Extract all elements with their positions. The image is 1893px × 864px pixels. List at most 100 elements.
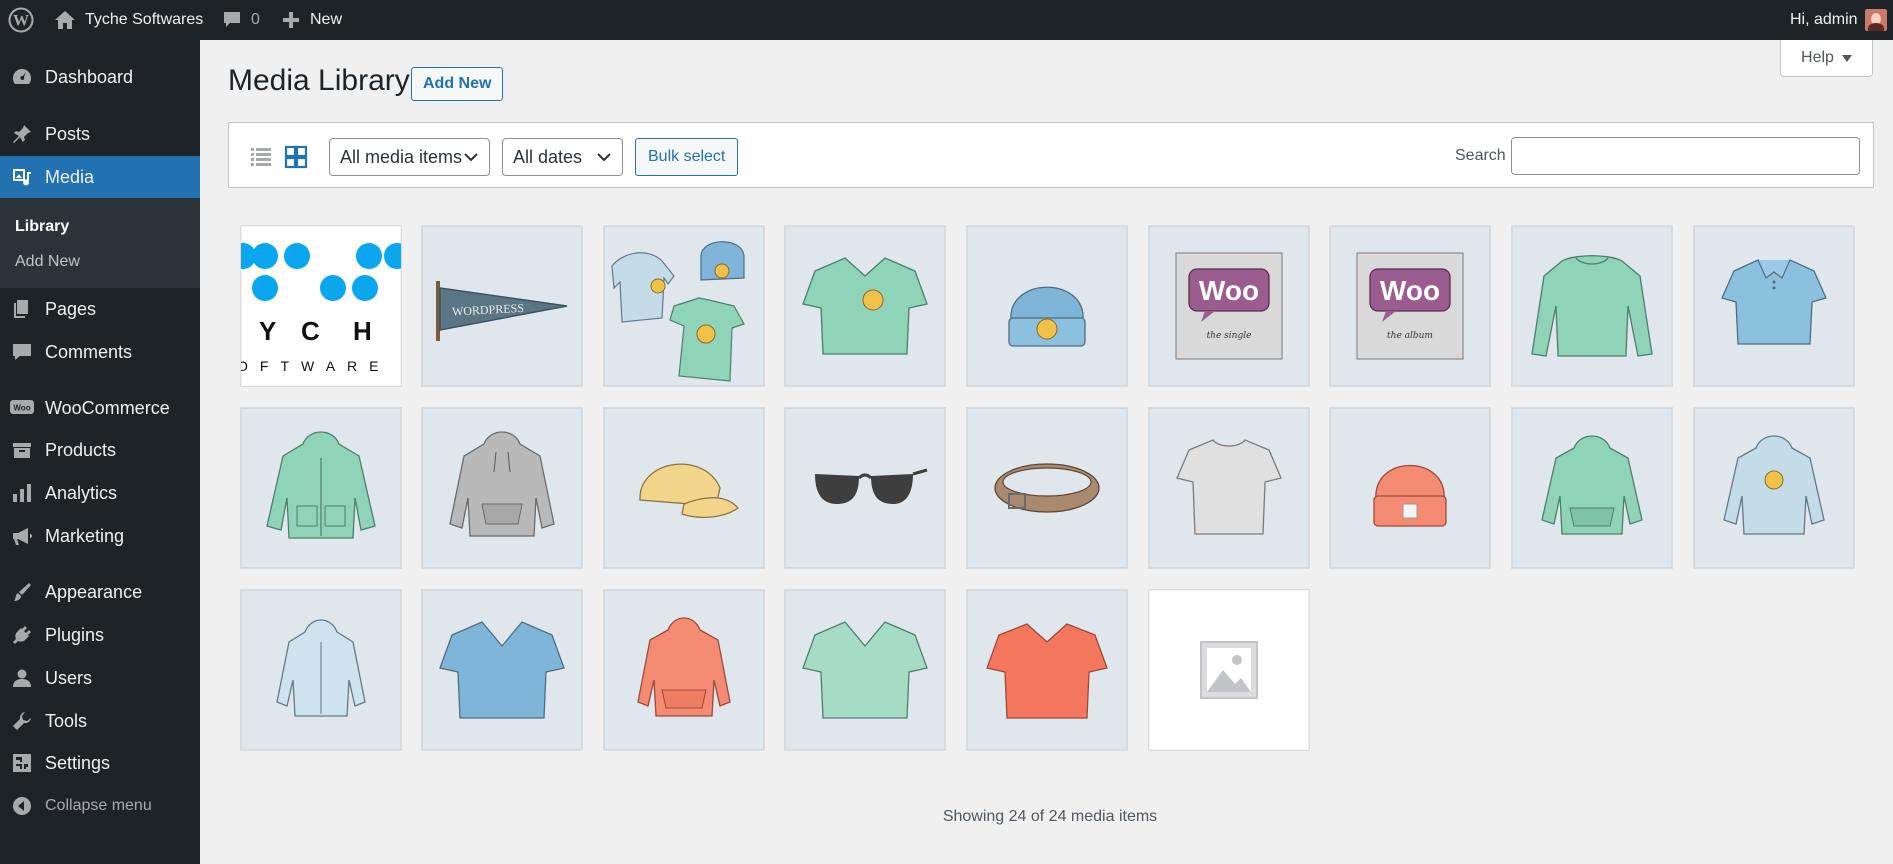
sidebar-item-label: Comments	[45, 341, 133, 362]
media-item-vneck-tee-blue[interactable]	[421, 589, 583, 751]
beanie-with-logo-thumbnail	[1008, 286, 1086, 347]
site-name: Tyche Softwares	[85, 11, 204, 28]
sidebar-item-label: Appearance	[45, 581, 143, 602]
sidebar-item-pages[interactable]: Pages	[0, 289, 200, 329]
svg-text:W: W	[13, 13, 29, 30]
search-input[interactable]	[1511, 137, 1860, 175]
pages-icon	[10, 297, 34, 321]
new-content-link[interactable]: New	[282, 0, 342, 40]
submenu-item-add-new[interactable]: Add New	[15, 253, 80, 271]
sidebar-item-posts[interactable]: Posts	[0, 114, 200, 154]
admin-sidebar: Dashboard Posts Media Library Add New Pa…	[0, 40, 200, 864]
avatar	[1864, 9, 1887, 31]
search-label: Search	[1455, 147, 1506, 164]
svg-text:Woo: Woo	[1199, 275, 1259, 306]
submenu-item-library[interactable]: Library	[15, 218, 69, 236]
new-label: New	[310, 11, 343, 28]
sidebar-item-appearance[interactable]: Appearance	[0, 572, 200, 612]
media-type-filter[interactable]: All media items	[329, 138, 490, 176]
grid-view-icon[interactable]	[284, 145, 308, 169]
help-tab-button[interactable]: Help	[1780, 40, 1873, 77]
sidebar-item-label: Tools	[45, 710, 88, 731]
sidebar-item-comments[interactable]: Comments	[0, 332, 200, 372]
media-item-vneck-tee[interactable]	[784, 225, 946, 387]
my-account[interactable]: Hi, admin	[1790, 0, 1887, 40]
home-icon	[55, 11, 75, 29]
tshirt-thumbnail	[1176, 439, 1282, 535]
sidebar-item-tools[interactable]: Tools	[0, 701, 200, 741]
add-new-button[interactable]: Add New	[411, 67, 504, 101]
list-view-icon[interactable]	[249, 145, 273, 169]
media-item-hoodie-with-zipper[interactable]	[1511, 407, 1673, 569]
media-item-polo[interactable]	[1693, 225, 1855, 387]
settings-icon	[10, 751, 34, 775]
pennant-thumbnail: WORDPRESS	[436, 281, 568, 341]
tshirt-red-thumbnail	[986, 623, 1108, 719]
sidebar-item-products[interactable]: Products	[0, 430, 200, 470]
hoodie-with-zipper-thumbnail	[1541, 435, 1643, 535]
sidebar-item-label: Settings	[45, 752, 111, 773]
wordpress-logo-icon[interactable]: W	[8, 0, 34, 40]
media-count-status: Showing 24 of 24 media items	[942, 808, 1158, 825]
date-filter[interactable]: All dates	[502, 138, 623, 176]
admin-bar: W Tyche Softwares 0 New Hi, admin	[0, 0, 1893, 40]
media-item-pennant[interactable]: WORDPRESS	[421, 225, 583, 387]
woo-single-thumbnail: Woo the single	[1175, 252, 1283, 360]
svg-text:the album: the album	[1387, 331, 1433, 341]
media-item-tshirt-red[interactable]	[966, 589, 1128, 751]
media-item-cap[interactable]	[603, 407, 765, 569]
media-item-tshirt[interactable]	[1148, 407, 1310, 569]
brush-icon	[10, 580, 34, 604]
media-item-long-sleeve-tee[interactable]	[1511, 225, 1673, 387]
media-item-hoodie-with-logo[interactable]	[1693, 407, 1855, 569]
comments-count: 0	[251, 11, 260, 28]
vneck-tee-thumbnail	[802, 257, 928, 355]
media-item-placeholder[interactable]	[1148, 589, 1310, 751]
sidebar-item-plugins[interactable]: Plugins	[0, 615, 200, 655]
svg-text:C: C	[301, 316, 320, 346]
media-item-sunglasses[interactable]	[784, 407, 946, 569]
plus-icon	[283, 12, 299, 28]
woo-album-thumbnail: Woo the album	[1356, 252, 1464, 360]
media-item-beanie-with-logo[interactable]	[966, 225, 1128, 387]
media-toolbar: All media items All dates Bulk select Se…	[228, 122, 1874, 188]
site-name-link[interactable]: Tyche Softwares	[54, 0, 203, 40]
wrench-icon	[10, 709, 34, 733]
media-item-hoodie-gray[interactable]	[421, 407, 583, 569]
media-type-filter-value: All media items	[340, 146, 463, 167]
media-item-album[interactable]: Woo the album	[1329, 225, 1491, 387]
sidebar-item-analytics[interactable]: Analytics	[0, 473, 200, 513]
pin-icon	[10, 122, 34, 146]
media-item-tyche-softwares-logo[interactable]: YC H OFTWARE	[240, 225, 402, 387]
sidebar-item-users[interactable]: Users	[0, 658, 200, 698]
svg-text:H: H	[353, 316, 372, 346]
greeting: Hi, admin	[1790, 11, 1858, 28]
comments-link[interactable]: 0	[222, 0, 260, 40]
svg-text:the single: the single	[1207, 331, 1252, 341]
sidebar-item-marketing[interactable]: Marketing	[0, 516, 200, 556]
hoodie-green-thumbnail	[266, 431, 376, 539]
media-item-single[interactable]: Woo the single	[1148, 225, 1310, 387]
comment-icon	[224, 12, 240, 27]
sidebar-item-label: Posts	[45, 123, 91, 144]
media-icon	[10, 165, 34, 189]
hoodie-gray-thumbnail	[449, 431, 555, 537]
media-item-hoodie-red[interactable]	[603, 589, 765, 751]
sidebar-item-media[interactable]: Media	[0, 156, 200, 198]
media-item-hoodie-green[interactable]	[240, 407, 402, 569]
media-item-beanie[interactable]	[1329, 407, 1491, 569]
comment-icon	[10, 340, 34, 364]
image-placeholder-icon	[1200, 641, 1258, 699]
sidebar-item-settings[interactable]: Settings	[0, 743, 200, 783]
help-label: Help	[1801, 49, 1834, 66]
media-submenu: Library Add New	[0, 198, 200, 288]
sidebar-item-woocommerce[interactable]: Woo WooCommerce	[0, 388, 200, 428]
sidebar-item-dashboard[interactable]: Dashboard	[0, 57, 200, 97]
media-item-hoodie-blue[interactable]	[240, 589, 402, 751]
media-item-logo-collection[interactable]	[603, 225, 765, 387]
sidebar-item-label: Media	[45, 166, 95, 187]
bulk-select-button[interactable]: Bulk select	[635, 138, 739, 176]
media-item-vneck-tee-green[interactable]	[784, 589, 946, 751]
media-item-belt[interactable]	[966, 407, 1128, 569]
vneck-tee-green-thumbnail	[802, 621, 928, 719]
